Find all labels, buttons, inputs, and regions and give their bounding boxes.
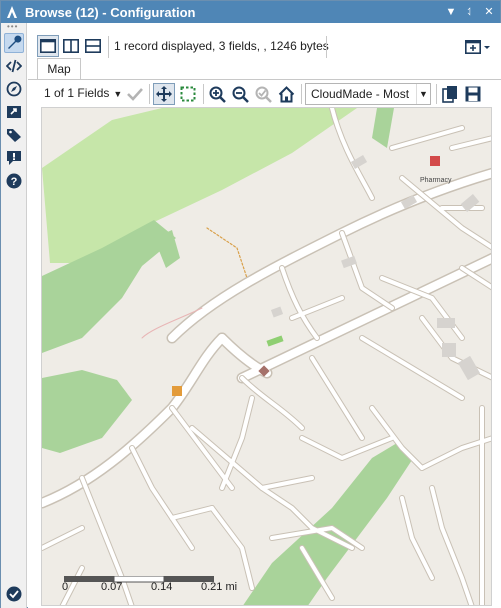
split-horizontal-icon[interactable] [82,35,104,57]
left-toolbar: ••• ? [1,23,27,608]
single-view-icon[interactable] [37,35,59,57]
chevron-down-icon: ▼ [113,89,123,99]
home-icon[interactable] [275,83,297,105]
pan-icon[interactable] [153,83,175,105]
copy-icon[interactable] [439,83,461,105]
window-title: Browse (12) - Configuration [25,4,196,20]
title-bar: Browse (12) - Configuration ▼ ⥑ ✕ [1,1,500,23]
zoom-to-selection-icon[interactable] [252,83,274,105]
tag-icon[interactable] [4,125,24,145]
save-icon[interactable] [462,83,484,105]
scale-tick-1: 0.07 [101,581,123,593]
field-selector[interactable]: 1 of 1 Fields ▼ [44,86,122,100]
export-icon[interactable] [4,102,24,122]
pin-icon[interactable]: ⥑ [462,4,478,20]
place-label-pharmacy: Pharmacy [420,177,452,184]
divider [436,84,437,104]
map-scale-bar: 0 0.07 0.14 0.21 mi [62,573,237,593]
divider [203,84,204,104]
dropdown-icon[interactable]: ▼ [443,4,459,20]
map-toolbar: 1 of 1 Fields ▼ CloudMade - Most ▼ [28,80,501,108]
help-icon[interactable]: ? [4,171,24,191]
map-view[interactable]: Pharmacy 0 0.07 0.14 0.21 mi [41,107,492,606]
field-selector-label: 1 of 1 Fields [44,86,110,100]
scale-tick-2: 0.14 [151,581,173,593]
select-rectangle-icon[interactable] [177,83,199,105]
divider [108,36,109,58]
check-icon [4,584,24,604]
tab-map[interactable]: Map [37,58,81,80]
scale-tick-0: 0 [62,581,69,593]
close-icon[interactable]: ✕ [481,4,497,20]
checkmark-icon[interactable] [124,83,146,105]
split-vertical-icon[interactable] [60,35,82,57]
basemap-select-value: CloudMade - Most [311,87,410,101]
add-window-button[interactable] [465,37,493,57]
alteryx-logo-icon [7,6,17,18]
results-toolbar: 1 record displayed, 3 fields, , 1246 byt… [28,33,501,59]
record-info: 1 record displayed, 3 fields, , 1246 byt… [114,39,329,53]
code-icon[interactable] [4,56,24,76]
wrench-icon[interactable] [4,33,24,53]
zoom-in-icon[interactable] [206,83,228,105]
map-canvas[interactable]: Pharmacy [42,108,492,606]
poi-icon [172,386,182,396]
divider [326,36,327,58]
zoom-out-icon[interactable] [229,83,251,105]
chevron-down-icon: ▼ [416,84,430,104]
browse-window: Browse (12) - Configuration ▼ ⥑ ✕ ••• ? [0,0,501,608]
divider [149,84,150,104]
divider [301,84,302,104]
compass-icon[interactable] [4,79,24,99]
tab-map-label: Map [47,62,71,76]
alert-icon[interactable] [4,148,24,168]
basemap-select[interactable]: CloudMade - Most ▼ [305,83,431,105]
grip-handle[interactable]: ••• [7,23,21,31]
scale-tick-3: 0.21 mi [201,581,238,593]
results-panel: 1 record displayed, 3 fields, , 1246 byt… [28,23,501,608]
pharmacy-icon [430,156,440,166]
svg-text:?: ? [11,176,18,188]
